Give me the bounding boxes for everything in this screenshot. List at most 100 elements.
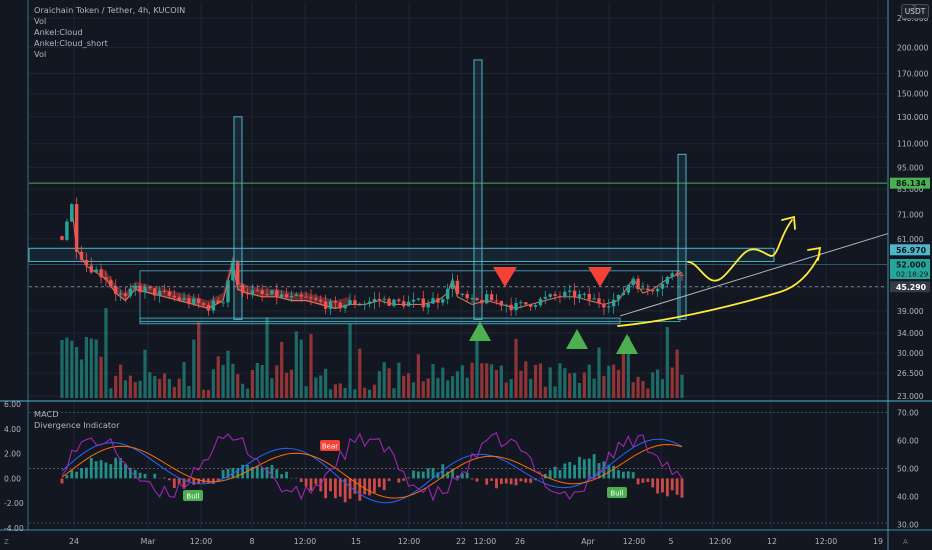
candle-body <box>665 276 670 284</box>
volume-bar <box>114 375 118 398</box>
macd-histogram-bar <box>192 478 196 485</box>
macd-histogram-bar <box>504 478 508 484</box>
volume-spike-box <box>473 59 483 320</box>
candle-body <box>655 288 660 292</box>
candle-body <box>397 299 401 302</box>
volume-bar <box>612 364 616 398</box>
candle-body <box>323 301 328 309</box>
macd-histogram-bar <box>99 460 103 479</box>
volume-bar <box>538 363 543 398</box>
candle-body <box>602 303 606 308</box>
volume-bar <box>177 378 181 398</box>
candle-body <box>314 298 318 300</box>
volume-bar <box>187 385 191 398</box>
macd-histogram-bar <box>163 477 166 479</box>
volume-bar <box>367 389 372 398</box>
volume-bar <box>143 349 147 398</box>
macd-tick-label: 6.00 <box>4 400 21 409</box>
candle-body <box>367 301 372 305</box>
candle-body <box>65 221 69 240</box>
volume-bar <box>162 373 167 398</box>
candle-body <box>187 298 191 304</box>
volume-bar <box>665 327 669 398</box>
time-tick-label: 12:00 <box>398 537 421 546</box>
candle-body <box>597 298 601 304</box>
macd-tick-label: 2.00 <box>4 450 21 459</box>
candle-body <box>616 294 621 300</box>
macd-histogram-bar <box>656 478 659 494</box>
candle-body <box>74 204 79 252</box>
candle-body <box>382 298 386 300</box>
volume-bar <box>504 382 508 398</box>
volume-bar <box>519 370 523 398</box>
volume-bar <box>319 375 323 398</box>
macd-histogram-bar <box>573 464 576 479</box>
candle-body <box>362 304 367 306</box>
macd-histogram-bar <box>519 478 523 482</box>
scale-top-label: 2 <box>912 4 917 12</box>
auto-scale-toggle[interactable]: A <box>903 538 908 546</box>
macd-histogram-bar <box>582 459 586 479</box>
candle-body <box>192 298 196 304</box>
volume-bar <box>241 383 245 398</box>
candle-body <box>470 298 474 300</box>
candle-body <box>416 298 421 300</box>
candle-body <box>226 280 230 303</box>
macd-histogram-bar <box>495 478 498 489</box>
candle-body <box>411 299 416 302</box>
macd-histogram-bar <box>626 471 630 479</box>
macd-histogram-bar <box>280 474 284 479</box>
volume-bar <box>245 388 250 398</box>
resistance-zone-box <box>28 247 775 262</box>
price-tick-label: 39.000 <box>897 307 924 316</box>
time-tick-label: 15 <box>351 537 361 546</box>
volume-bar <box>416 354 420 398</box>
candle-body <box>533 305 538 307</box>
candle-body <box>265 293 269 295</box>
candle-body <box>133 285 137 289</box>
candle-body <box>304 296 308 298</box>
time-tick-label: 12 <box>767 537 777 546</box>
divergence-legend-title: Divergence Indicator <box>34 420 120 430</box>
volume-bar <box>70 340 74 398</box>
volume-bar <box>436 377 440 398</box>
volume-bar <box>441 367 445 398</box>
candle-body <box>421 298 425 308</box>
legend-line-cloud-short: Ankel:Cloud_short <box>34 38 108 48</box>
bearish-triangle <box>493 267 517 287</box>
macd-histogram-bar <box>138 472 142 479</box>
macd-histogram-bar <box>631 472 635 479</box>
volume-bar <box>211 369 215 398</box>
price-tick-label: 150.000 <box>897 90 929 99</box>
signal-bear-label: Bear <box>322 443 338 451</box>
candle-body <box>284 294 289 298</box>
candle-body <box>631 278 635 286</box>
candle-body <box>392 299 396 306</box>
volume-bar <box>553 386 557 398</box>
volume-bar <box>533 364 538 398</box>
macd-histogram-bar <box>104 462 108 479</box>
time-tick-label: 5 <box>669 537 674 546</box>
macd-histogram-bar <box>412 470 415 479</box>
macd-histogram-bar <box>368 478 371 496</box>
candle-body <box>260 290 264 294</box>
volume-bar <box>206 389 211 398</box>
macd-histogram-bar <box>402 478 406 481</box>
candle-body <box>250 290 255 295</box>
price-badge-text-current: 45.290 <box>896 283 927 292</box>
volume-bar <box>602 375 606 398</box>
candle-body <box>338 302 342 309</box>
zoom-toggle[interactable]: Z <box>4 538 9 546</box>
volume-bar <box>84 337 89 398</box>
time-tick-label: 26 <box>515 537 525 546</box>
price-tick-label: 23.000 <box>897 392 924 401</box>
volume-bar <box>558 363 562 398</box>
candle-body <box>611 299 616 307</box>
macd-right-tick-label: 30.00 <box>897 520 919 529</box>
volume-bar <box>182 362 186 398</box>
candle-body <box>60 236 64 240</box>
macd-histogram-bar <box>651 478 655 488</box>
volume-bar <box>148 372 152 398</box>
candle-body <box>402 301 406 307</box>
chart-canvas[interactable]: BearBullBull 240.000200.000170.000150.00… <box>0 0 932 550</box>
